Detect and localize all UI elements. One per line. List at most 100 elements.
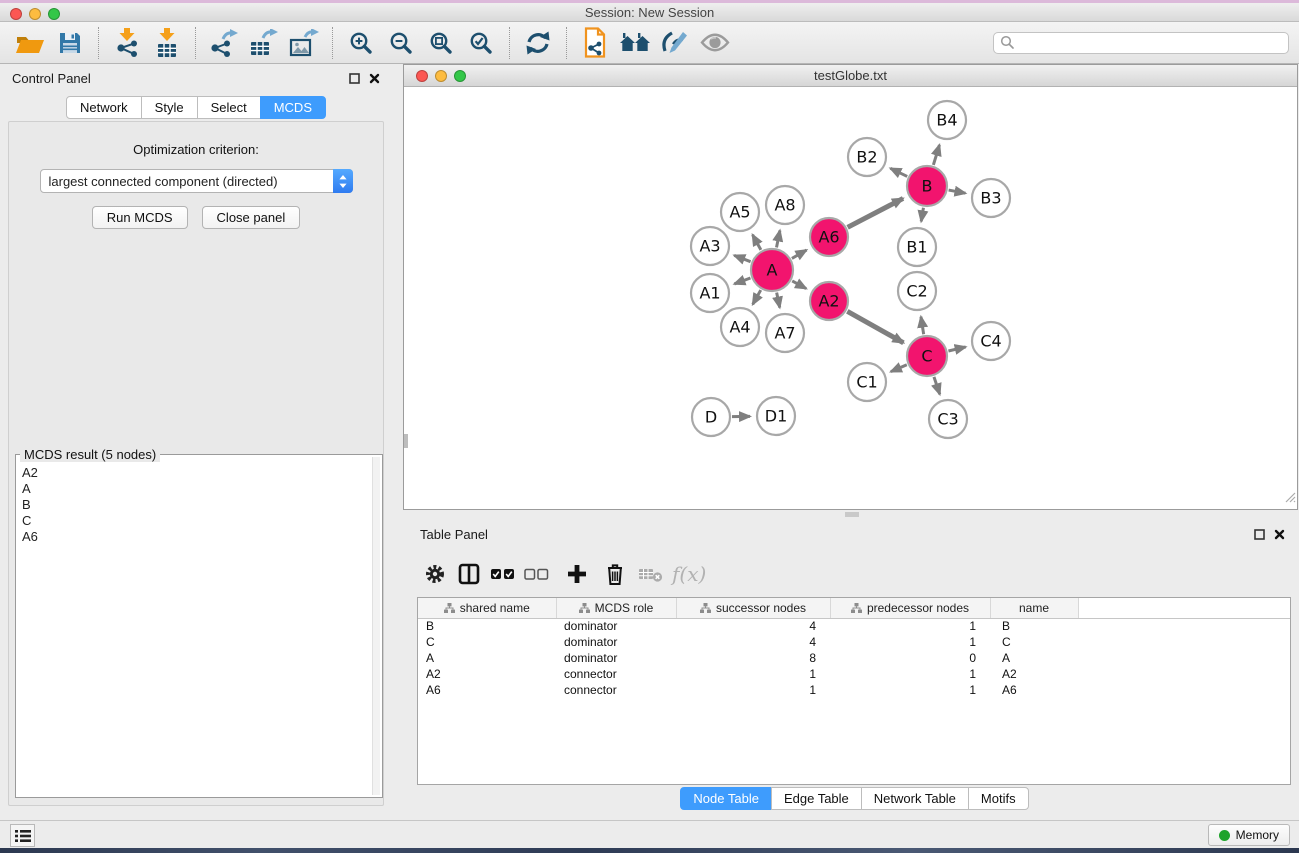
network-overview-button[interactable] — [618, 25, 652, 61]
column-header-shared-name[interactable]: shared name — [418, 598, 556, 618]
zoom-selected-button[interactable] — [464, 25, 498, 61]
tab-select[interactable]: Select — [197, 96, 261, 119]
graph-edge-A6-B[interactable] — [848, 198, 903, 227]
zoom-fit-button[interactable] — [424, 25, 458, 61]
import-table-button[interactable] — [150, 25, 184, 61]
import-network-button[interactable] — [110, 25, 144, 61]
table-row[interactable]: A2connector11A2 — [418, 666, 1290, 682]
mcds-result-item[interactable]: A2 — [20, 465, 370, 481]
zoom-out-button[interactable] — [384, 25, 418, 61]
tab-network[interactable]: Network — [66, 96, 142, 119]
network-horizontal-scroll-thumb[interactable] — [845, 512, 859, 517]
tab-edge-table[interactable]: Edge Table — [771, 787, 862, 810]
resize-grip[interactable] — [1283, 490, 1296, 508]
zoom-in-button[interactable] — [344, 25, 378, 61]
graph-edge-B-B2[interactable] — [890, 168, 907, 176]
column-header-predecessor-nodes[interactable]: predecessor nodes — [830, 598, 990, 618]
tab-node-table[interactable]: Node Table — [680, 787, 772, 810]
graph-node-label: B4 — [936, 111, 957, 130]
network-vertical-scroll-thumb[interactable] — [404, 434, 408, 448]
tab-motifs[interactable]: Motifs — [968, 787, 1029, 810]
open-session-button[interactable] — [13, 25, 47, 61]
mcds-result-item[interactable]: A6 — [20, 529, 370, 545]
graph-edge-A-A1[interactable] — [734, 278, 750, 284]
search-input[interactable] — [1015, 36, 1282, 50]
tab-mcds[interactable]: MCDS — [260, 96, 326, 119]
export-image-button[interactable] — [287, 25, 321, 61]
graph-edge-B-B4[interactable] — [933, 145, 939, 165]
column-header-name[interactable]: name — [990, 598, 1078, 618]
graph-node-label: A4 — [729, 318, 750, 337]
tree-icon — [851, 603, 862, 613]
close-window-button[interactable] — [10, 8, 22, 20]
graph-edge-A-A4[interactable] — [753, 290, 761, 304]
table-row[interactable]: Bdominator41B — [418, 618, 1290, 634]
task-history-button[interactable] — [10, 824, 35, 847]
table-row[interactable]: Adominator80A — [418, 650, 1290, 666]
network-zoom-button[interactable] — [454, 70, 466, 82]
graph-edge-A-A2[interactable] — [792, 281, 806, 289]
mcds-result-item[interactable]: B — [20, 497, 370, 513]
float-table-panel-button[interactable] — [1254, 529, 1265, 540]
graphics-details-button[interactable] — [658, 25, 692, 61]
criterion-dropdown[interactable]: largest connected component (directed) — [40, 169, 353, 193]
toolbar-search[interactable] — [993, 32, 1289, 54]
tab-network-table[interactable]: Network Table — [861, 787, 969, 810]
export-network-button[interactable] — [207, 25, 241, 61]
tree-icon — [444, 603, 455, 613]
show-column-button[interactable] — [452, 556, 486, 592]
new-network-button[interactable] — [578, 25, 612, 61]
result-scrollbar[interactable] — [372, 457, 380, 795]
save-session-button[interactable] — [53, 25, 87, 61]
tab-style[interactable]: Style — [141, 96, 198, 119]
close-panel-button[interactable] — [369, 73, 380, 84]
export-table-button[interactable] — [247, 25, 281, 61]
graph-edge-C-C1[interactable] — [891, 365, 907, 372]
graph-edge-B-B3[interactable] — [949, 190, 966, 193]
memory-button[interactable]: Memory — [1208, 824, 1290, 846]
desktop-wallpaper — [0, 848, 1299, 853]
graph-edge-A-A6[interactable] — [792, 250, 807, 258]
select-all-button[interactable] — [486, 556, 520, 592]
criterion-value: largest connected component (directed) — [41, 174, 333, 189]
pen-eye-icon — [661, 30, 689, 56]
show-hide-button[interactable] — [698, 25, 732, 61]
close-panel-button-2[interactable]: Close panel — [202, 206, 301, 229]
graph-edge-B-B1[interactable] — [921, 208, 923, 222]
float-panel-button[interactable] — [349, 73, 360, 84]
run-mcds-button[interactable]: Run MCDS — [92, 206, 188, 229]
graph-edge-A-A5[interactable] — [753, 235, 761, 250]
graph-node-label: C — [921, 347, 932, 366]
gear-icon — [424, 563, 446, 585]
graph-edge-A-A8[interactable] — [777, 230, 780, 247]
network-canvas[interactable]: B4B2BB3A8A5A6A3B1AC2A1A2A4A7C4CC1D1DC3 — [404, 87, 1297, 509]
zoom-in-icon — [349, 31, 373, 55]
graph-edge-A-A3[interactable] — [734, 255, 750, 261]
table-row[interactable]: Cdominator41C — [418, 634, 1290, 650]
columns-icon — [458, 563, 480, 585]
network-window-titlebar[interactable]: testGlobe.txt — [404, 65, 1297, 87]
minimize-window-button[interactable] — [29, 8, 41, 20]
zoom-window-button[interactable] — [48, 8, 60, 20]
graph-edge-C-C4[interactable] — [948, 347, 965, 351]
column-header-mcds-role[interactable]: MCDS role — [556, 598, 676, 618]
column-header-successor-nodes[interactable]: successor nodes — [676, 598, 830, 618]
table-row[interactable]: A6connector11A6 — [418, 682, 1290, 698]
network-minimize-button[interactable] — [435, 70, 447, 82]
graph-edge-A-A7[interactable] — [777, 293, 780, 308]
network-graph[interactable]: B4B2BB3A8A5A6A3B1AC2A1A2A4A7C4CC1D1DC3 — [404, 87, 1297, 509]
mcds-result-item[interactable]: A — [20, 481, 370, 497]
network-close-button[interactable] — [416, 70, 428, 82]
deselect-all-button[interactable] — [520, 556, 554, 592]
export-table-icon — [249, 29, 279, 57]
table-settings-button[interactable] — [418, 556, 452, 592]
graph-edge-C-C2[interactable] — [921, 317, 924, 335]
graph-edge-C-C3[interactable] — [934, 377, 940, 394]
add-column-button[interactable] — [560, 556, 594, 592]
close-table-panel-button[interactable] — [1274, 529, 1285, 540]
mcds-result-item[interactable]: C — [20, 513, 370, 529]
graph-edge-A2-C[interactable] — [847, 311, 903, 343]
refresh-layout-button[interactable] — [521, 25, 555, 61]
delete-column-button[interactable] — [598, 556, 632, 592]
open-folder-icon — [15, 30, 45, 56]
